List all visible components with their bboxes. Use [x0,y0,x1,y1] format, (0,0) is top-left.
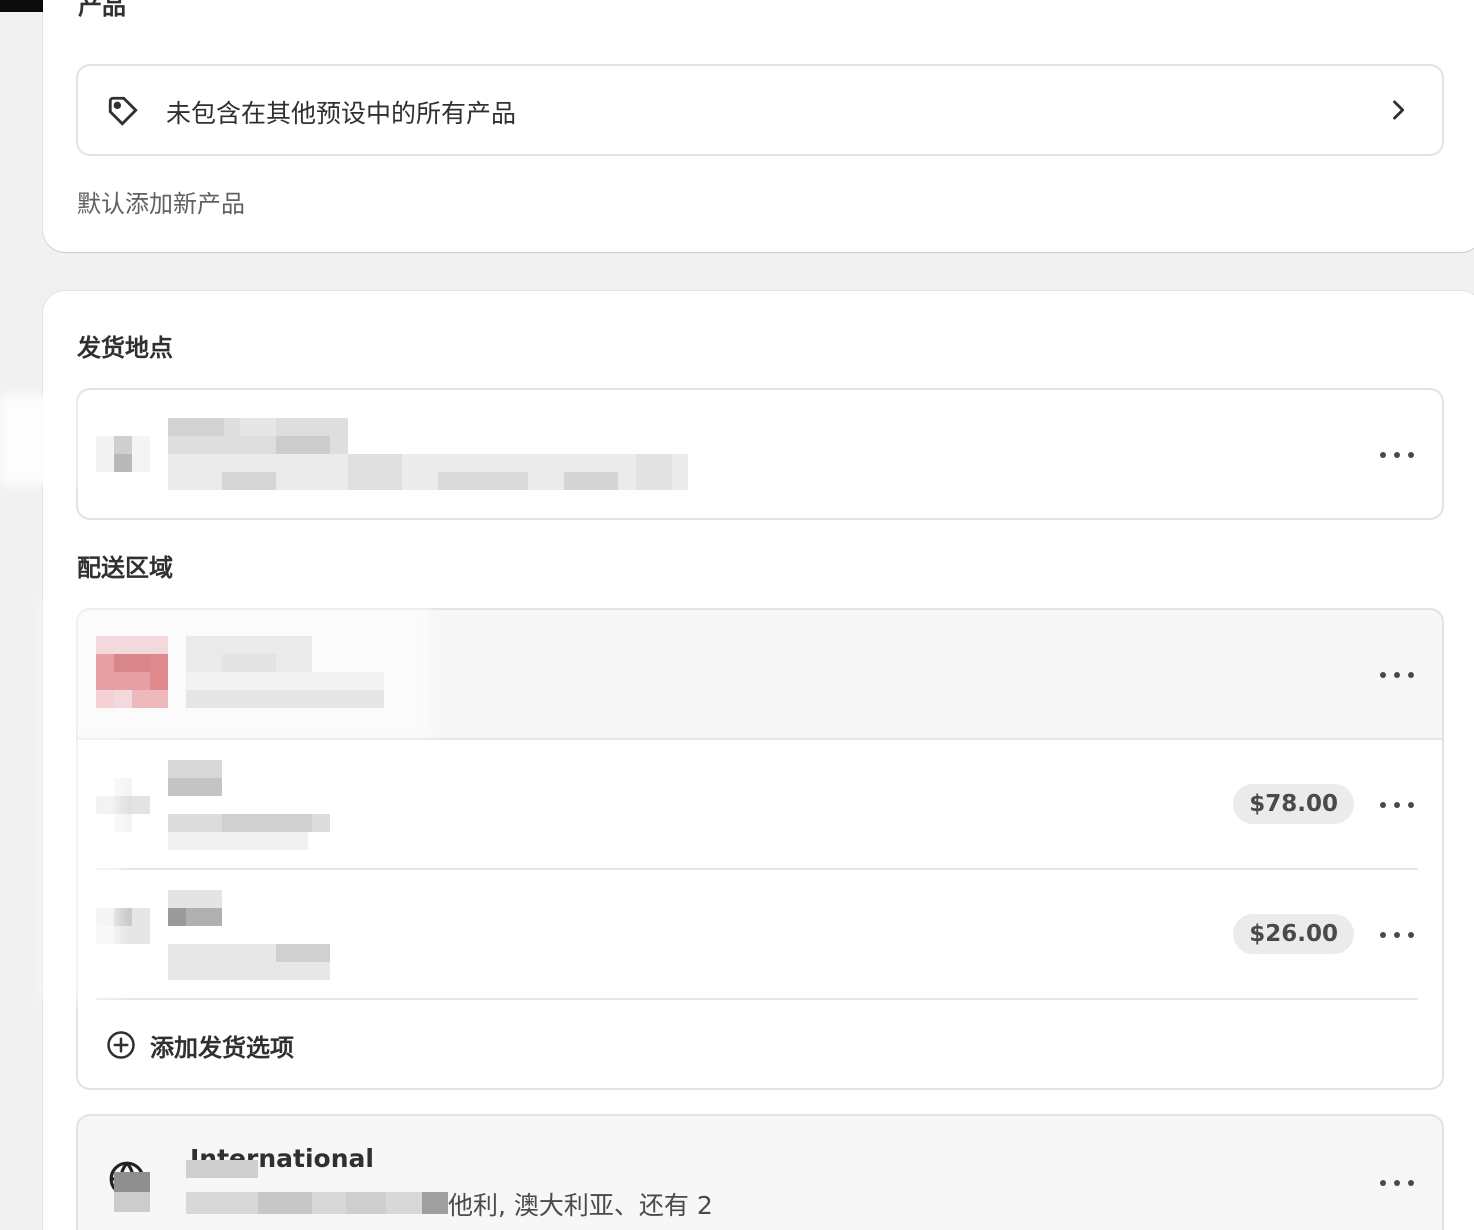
rate-price-badge: $26.00 [1233,914,1354,954]
shipping-origin-location[interactable] [76,388,1444,520]
shipping-rate-row: $26.00 [78,870,1442,1000]
divider [96,998,1418,1000]
location-details-redacted [168,418,698,490]
redaction-smudge [40,740,120,1000]
rate-name-redacted [168,760,338,850]
tag-icon [108,96,138,126]
location-more-button[interactable] [1380,450,1414,460]
add-shipping-option-label: 添加发货选项 [150,1033,294,1062]
rate-name-redacted [168,890,338,980]
zone-more-button[interactable] [1380,670,1414,680]
chevron-right-icon[interactable] [1384,96,1412,124]
default-new-products-note: 默认添加新产品 [77,190,245,218]
add-shipping-option-button[interactable]: 添加发货选项 [106,1028,294,1062]
rate-more-button[interactable] [1380,930,1414,940]
international-zone[interactable]: International 他利, 澳大利亚、还有 2 [76,1114,1444,1230]
plus-circle-icon [107,1031,135,1059]
international-more-button[interactable] [1380,1178,1414,1188]
shipping-rate-row: $78.00 [78,740,1442,870]
globe-overlay-redacted [114,1172,150,1212]
redaction-smudge [40,600,430,740]
rate-price-badge: $78.00 [1233,784,1354,824]
location-icon [96,436,152,472]
shipping-origin-heading: 发货地点 [77,334,173,362]
shipping-zones-heading: 配送区域 [77,554,173,582]
international-countries-summary: 他利, 澳大利亚、还有 2 [448,1191,713,1220]
countries-redacted [186,1160,448,1230]
products-section-title: 产品 [78,0,126,20]
rate-more-button[interactable] [1380,800,1414,810]
products-preset-row[interactable]: 未包含在其他预设中的所有产品 [76,64,1444,156]
redaction-smudge [0,395,76,485]
products-preset-label: 未包含在其他预设中的所有产品 [166,99,517,128]
